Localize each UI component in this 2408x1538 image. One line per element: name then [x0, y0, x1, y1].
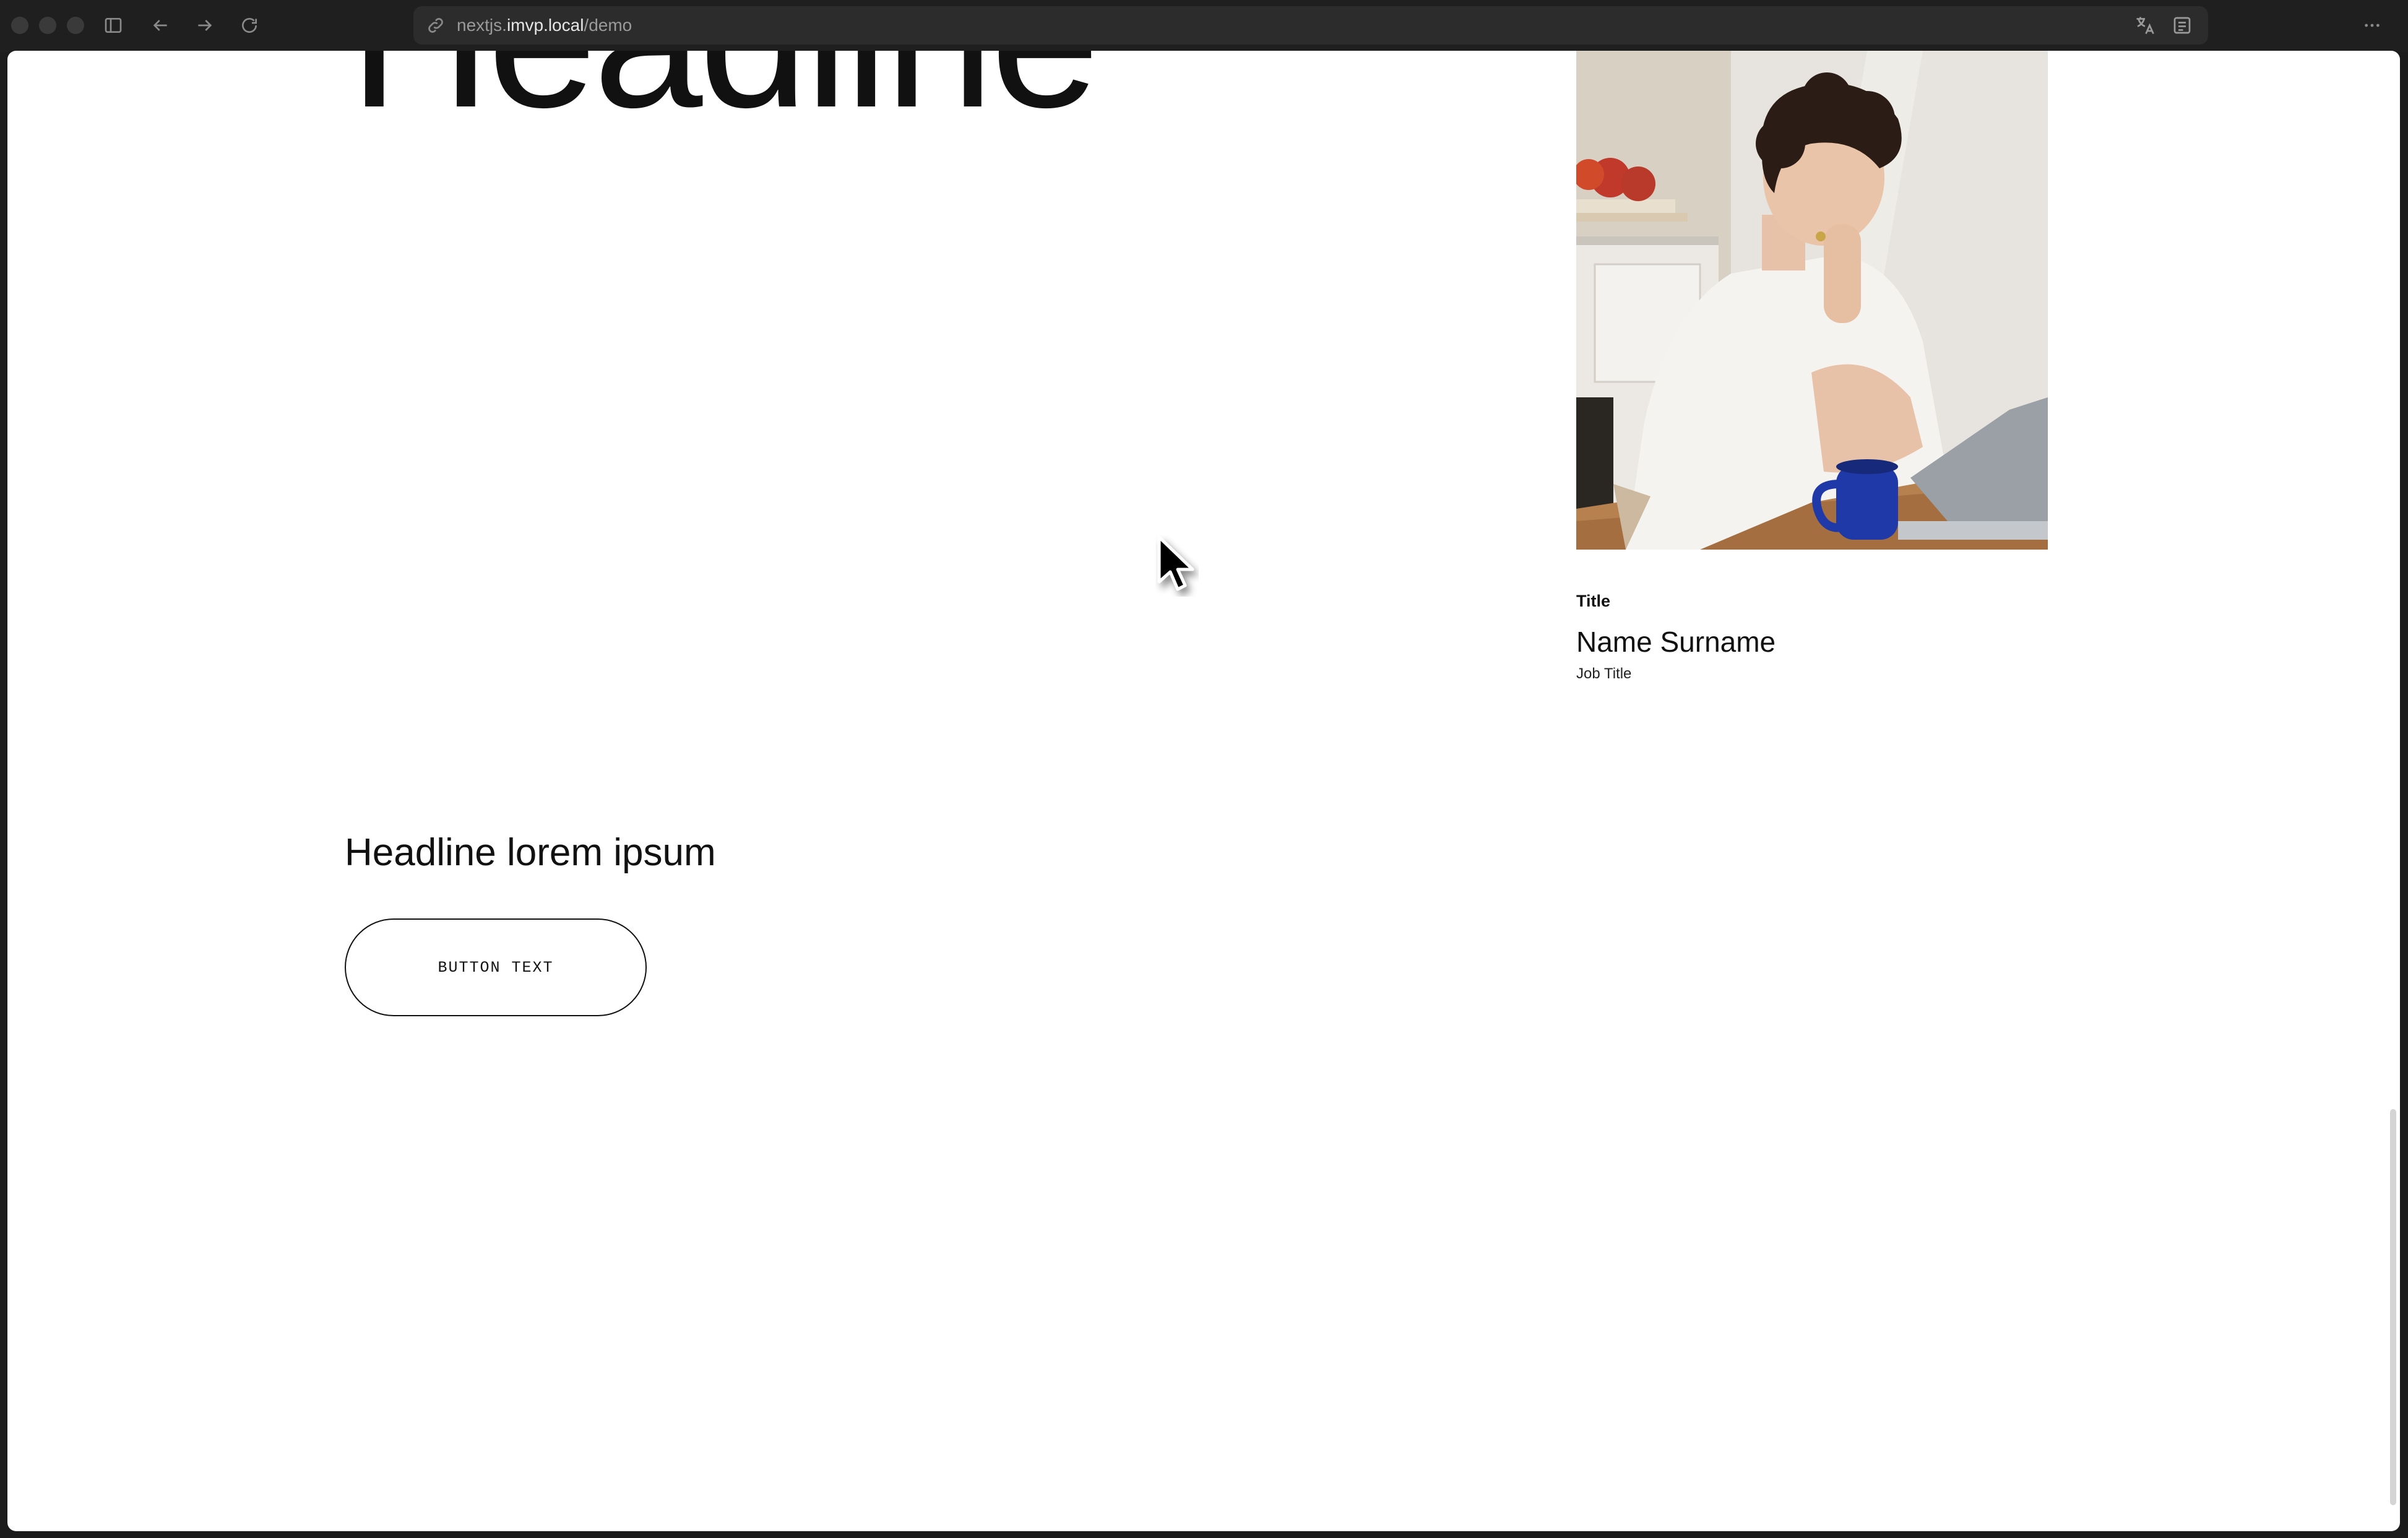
- profile-photo: [1576, 51, 2048, 550]
- url-prefix: nextjs.: [457, 15, 507, 35]
- translate-icon[interactable]: [2134, 14, 2156, 37]
- page-viewport: Headline: [7, 51, 2400, 1531]
- section-headline: Headline lorem ipsum: [345, 831, 716, 874]
- link-icon: [426, 15, 446, 35]
- window-zoom-button[interactable]: [67, 17, 84, 34]
- url-path: /demo: [584, 15, 632, 35]
- card-title-label: Title: [1576, 592, 1611, 610]
- back-arrow-icon[interactable]: [146, 11, 175, 40]
- forward-arrow-icon[interactable]: [191, 11, 219, 40]
- card-name: Name Surname: [1576, 626, 1776, 658]
- cta-button[interactable]: BUTTON TEXT: [345, 918, 647, 1016]
- mouse-cursor-icon: [1157, 535, 1194, 591]
- scrollbar-thumb[interactable]: [2390, 1109, 2396, 1505]
- window-close-button[interactable]: [11, 17, 28, 34]
- hero-headline: Headline: [349, 51, 1100, 137]
- window-minimize-button[interactable]: [39, 17, 56, 34]
- cta-button-label: BUTTON TEXT: [438, 958, 554, 977]
- sidebar-toggle-icon[interactable]: [99, 11, 127, 40]
- card-job-title: Job Title: [1576, 665, 1632, 682]
- url-host: imvp.local: [506, 15, 584, 35]
- browser-toolbar: nextjs.imvp.local/demo: [0, 0, 2408, 52]
- url-text: nextjs.imvp.local/demo: [457, 6, 632, 45]
- reader-icon[interactable]: [2171, 14, 2193, 37]
- address-bar[interactable]: nextjs.imvp.local/demo: [413, 6, 2208, 45]
- reload-icon[interactable]: [235, 11, 264, 40]
- more-icon[interactable]: [2358, 11, 2386, 40]
